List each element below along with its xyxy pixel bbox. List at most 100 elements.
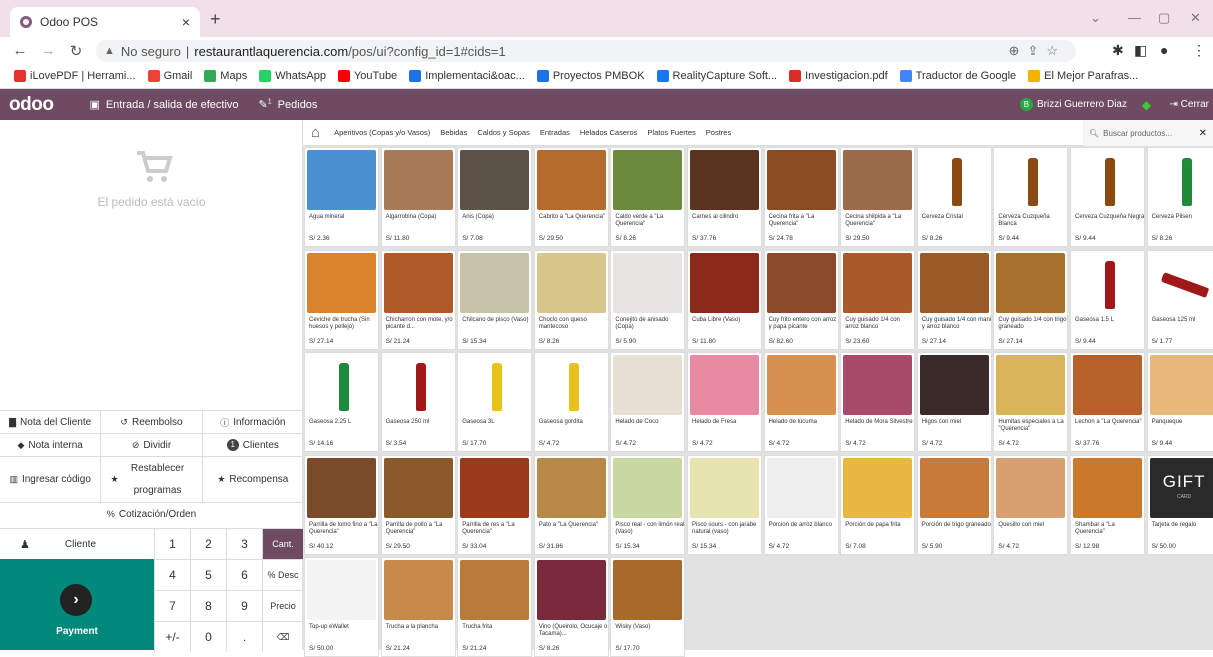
category-tab[interactable]: Platos Fuertes xyxy=(647,128,695,137)
control-star-button[interactable]: ★ Recompensa xyxy=(203,457,303,502)
product-card[interactable]: Shambar a "La Querencia" S/ 12.98 xyxy=(1070,454,1145,555)
bookmark-item[interactable]: Proyectos PMBOK xyxy=(536,70,645,82)
url-field[interactable]: ▲ No seguro | restaurantlaquerencia.com … xyxy=(96,40,1076,62)
bookmark-item[interactable]: iLovePDF | Herrami... xyxy=(14,70,136,82)
product-card[interactable]: Cerveza Cuzqueña Blanca S/ 9.44 xyxy=(993,147,1069,247)
close-window-icon[interactable]: ✕ xyxy=(1190,10,1201,26)
product-card[interactable]: Cecina frita a "La Querencia" S/ 24.78 xyxy=(763,147,839,247)
numpad-key[interactable]: 6 xyxy=(226,560,262,590)
product-card[interactable]: Parrilla de pollo a "La Querencia" S/ 29.… xyxy=(380,454,456,555)
forward-icon[interactable]: → xyxy=(40,42,56,59)
product-card[interactable]: Pisco sours - con jarabe natural (vaso) S… xyxy=(687,454,762,555)
clear-search-icon[interactable]: ✕ xyxy=(1199,128,1207,139)
bookmark-item[interactable]: YouTube xyxy=(337,70,397,82)
control-split-button[interactable]: ⊘ Dividir xyxy=(101,434,203,456)
bookmark-item[interactable]: Maps xyxy=(204,70,247,82)
sidepanel-icon[interactable]: ◧ xyxy=(1134,42,1147,59)
product-card[interactable]: Ceviche de trucha (Sin huesos y pellejo)… xyxy=(304,249,379,350)
category-tab[interactable]: Bebidas xyxy=(440,128,467,137)
product-card[interactable]: Panqueque S/ 9.44 xyxy=(1146,352,1213,452)
product-card[interactable]: Helado de Fresa S/ 4.72 xyxy=(687,352,762,452)
control-count-button[interactable]: 1 Clientes xyxy=(203,434,303,456)
product-card[interactable]: Gaseosa gordita S/ 4.72 xyxy=(533,352,609,452)
numpad-key[interactable]: . xyxy=(226,622,262,652)
numpad-key[interactable]: 8 xyxy=(190,591,226,621)
product-card[interactable]: Cuy frito entero con arroz y papa picant… xyxy=(763,249,839,350)
product-card[interactable]: Vino (Queirolo, Ocucaje o Tacama)... S/ 8… xyxy=(533,557,609,657)
numpad-key[interactable]: 4 xyxy=(154,560,190,590)
product-card[interactable]: Wisky (Vaso) S/ 17.70 xyxy=(610,557,686,657)
product-card[interactable]: Pato a "La Querencia" S/ 31.86 xyxy=(533,454,609,555)
product-card[interactable]: Lechon a "La Querencia" S/ 37.76 xyxy=(1070,352,1145,452)
product-card[interactable]: Cerveza Cuzqueña Negra S/ 9.44 xyxy=(1070,147,1145,247)
product-card[interactable]: Cecina shilpida a "La Querencia" S/ 29.50 xyxy=(840,147,916,247)
omnibox-actions-icon[interactable]: ⊕⇪☆ xyxy=(1009,43,1066,59)
product-card[interactable]: Chicharron con mote, y/o picante d... S/ … xyxy=(380,249,456,350)
product-card[interactable]: Trucha a la plancha S/ 21.24 xyxy=(380,557,456,657)
numpad-key[interactable]: 9 xyxy=(226,591,262,621)
product-card[interactable]: Parrilla de lomo fino a "La Querencia" S/… xyxy=(304,454,379,555)
product-card[interactable]: Cuy guisado 1/4 con trigo graneado S/ 27.… xyxy=(993,249,1069,350)
numpad-key[interactable]: 1 xyxy=(154,529,190,559)
product-card[interactable]: Cerveza Cristal S/ 8.26 xyxy=(916,147,992,247)
product-card[interactable]: Higos con miel S/ 4.72 xyxy=(916,352,992,452)
back-icon[interactable]: ← xyxy=(12,42,28,59)
orders-button[interactable]: ✎1 Pedidos xyxy=(259,98,318,111)
product-card[interactable]: Gaseosa 3L S/ 17.70 xyxy=(457,352,533,452)
category-tab[interactable]: Helados Caseros xyxy=(580,128,638,137)
profile-avatar[interactable]: ● xyxy=(1160,42,1168,58)
bookmark-item[interactable]: Implementaci&oac... xyxy=(409,70,525,82)
control-note-button[interactable]: ▇ Nota del Cliente xyxy=(0,411,102,433)
search-box[interactable]: 🔍︎ Buscar productos... ✕ xyxy=(1083,120,1213,146)
maximize-icon[interactable]: ▢ xyxy=(1158,10,1170,26)
product-card[interactable]: Porcion de arroz blanco S/ 4.72 xyxy=(763,454,839,555)
home-icon[interactable]: ⌂ xyxy=(311,124,320,141)
product-card[interactable]: Gaseosa 2.25 L S/ 14.16 xyxy=(304,352,379,452)
product-card[interactable]: Parrilla de res a "La Querencia" S/ 33.04 xyxy=(457,454,533,555)
product-card[interactable]: Chilcano de pisco (Vaso) S/ 15.34 xyxy=(457,249,533,350)
control-barcode-button[interactable]: ▥ Ingresar código xyxy=(0,457,102,502)
chevron-down-icon[interactable]: ⌄ xyxy=(1090,10,1101,26)
numpad-key[interactable]: 0 xyxy=(190,622,226,652)
numpad-key[interactable]: ⌫ xyxy=(262,622,303,652)
product-card[interactable]: Gaseosa 125 ml S/ 1.77 xyxy=(1146,249,1213,350)
control-undo-button[interactable]: ↺ Reembolso xyxy=(101,411,203,433)
bookmark-item[interactable]: El Mejor Parafras... xyxy=(1028,70,1138,82)
product-card[interactable]: Helado de lúcuma S/ 4.72 xyxy=(763,352,839,452)
product-card[interactable]: Porción de papa frita S/ 7.08 xyxy=(840,454,916,555)
reload-icon[interactable]: ↻ xyxy=(68,42,84,60)
quotation-order-button[interactable]: % Cotización/Orden xyxy=(0,503,303,525)
category-tab[interactable]: Postres xyxy=(706,128,731,137)
control-info-button[interactable]: ⓘ Información xyxy=(203,411,303,433)
category-tab[interactable]: Caldos y Sopas xyxy=(477,128,530,137)
product-card[interactable]: Conejito de anisado (Copa) S/ 5.90 xyxy=(610,249,686,350)
bookmark-item[interactable]: RealityCapture Soft... xyxy=(656,70,777,82)
product-card[interactable]: Quesillo con miel S/ 4.72 xyxy=(993,454,1069,555)
new-tab-icon[interactable]: + xyxy=(210,9,221,30)
numpad-key[interactable]: 2 xyxy=(190,529,226,559)
close-session-button[interactable]: ⇥ Cerrar xyxy=(1169,99,1209,110)
numpad-key[interactable]: 5 xyxy=(190,560,226,590)
product-card[interactable]: Pisco real - con limón real (Vaso) S/ 15.… xyxy=(610,454,686,555)
product-card[interactable]: Cuy guisado 1/4 con mani y arroz blanco S… xyxy=(916,249,992,350)
numpad-key[interactable]: % Desc xyxy=(262,560,303,590)
product-card[interactable]: Cuy guisado 1/4 con arroz blanco S/ 23.60 xyxy=(840,249,916,350)
product-card[interactable]: Gaseosa 1.5 L S/ 9.44 xyxy=(1070,249,1145,350)
control-tag-button[interactable]: ◆ Nota interna xyxy=(0,434,102,456)
search-input[interactable]: Buscar productos... xyxy=(1103,129,1172,138)
product-card[interactable]: Porción de trigo graneado S/ 5.90 xyxy=(916,454,992,555)
cash-in-out-button[interactable]: ▣ Entrada / salida de efectivo xyxy=(89,98,238,112)
numpad-key[interactable]: 7 xyxy=(154,591,190,621)
product-card[interactable]: Cabrito a "La Querencia" S/ 29.50 xyxy=(533,147,609,247)
numpad-key[interactable]: 3 xyxy=(226,529,262,559)
bookmark-item[interactable]: Gmail xyxy=(147,70,192,82)
browser-tab[interactable]: Odoo POS × xyxy=(10,7,200,37)
bookmark-item[interactable]: WhatsApp xyxy=(259,70,326,82)
product-card[interactable]: Choclo con queso mantecoso S/ 8.26 xyxy=(533,249,609,350)
close-tab-icon[interactable]: × xyxy=(182,14,190,30)
numpad-key[interactable]: Precio xyxy=(262,591,303,621)
extensions-icon[interactable]: ✱ xyxy=(1112,42,1124,59)
product-card[interactable]: Humitas especiales a La "Querencia" S/ 4.… xyxy=(993,352,1069,452)
category-tab[interactable]: Aperitivos (Copas y/o Vasos) xyxy=(334,128,430,137)
control-star-button[interactable]: ★ Restablecer programas xyxy=(101,457,203,502)
